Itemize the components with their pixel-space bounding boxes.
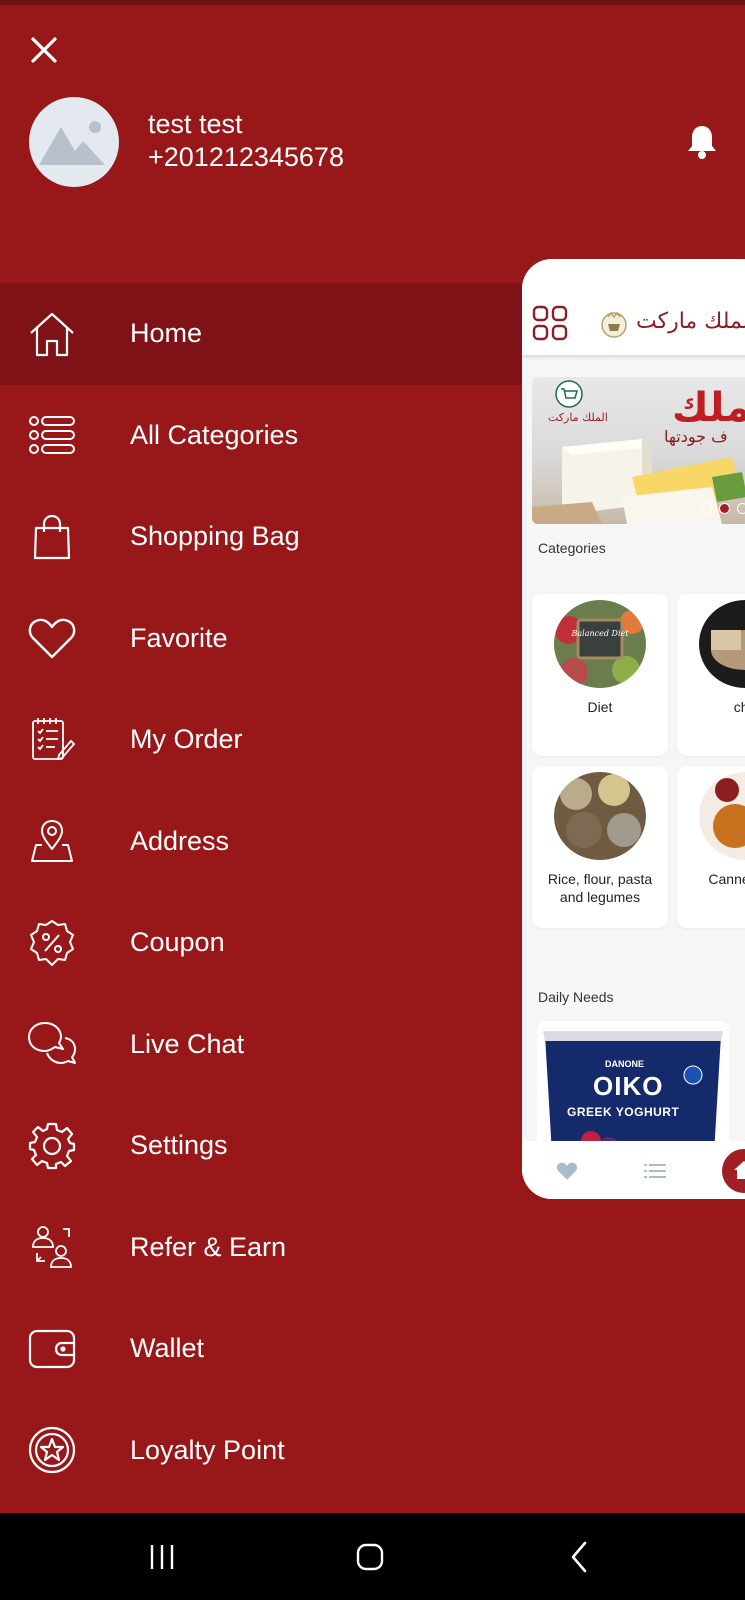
diet-sign-text: Balanced Diet	[571, 629, 630, 638]
category-card-diet[interactable]: Balanced Diet Diet	[532, 594, 668, 756]
home-icon	[26, 308, 78, 360]
category-image: Balanced Diet	[554, 600, 646, 688]
promo-banner[interactable]: الملك ماركت الملك ف جودتها	[532, 377, 745, 524]
avatar[interactable]	[29, 97, 119, 187]
back-button[interactable]	[555, 1533, 603, 1581]
category-image	[699, 600, 745, 688]
category-label: Rice, flour, pasta and legumes	[547, 871, 653, 905]
system-nav-bar	[0, 1513, 745, 1600]
recent-apps-icon	[150, 1545, 174, 1569]
menu-item-label: Live Chat	[130, 1028, 245, 1059]
wallet-icon	[26, 1323, 78, 1375]
product-brand: DANONE	[605, 1059, 645, 1069]
list-icon[interactable]	[644, 1163, 666, 1179]
menu-item-wallet[interactable]: Wallet	[0, 1298, 745, 1400]
gear-icon	[26, 1120, 78, 1172]
grid-icon	[532, 305, 568, 341]
home-icon	[734, 1161, 745, 1179]
shopping-bag-icon	[26, 511, 78, 563]
chat-icon	[26, 1018, 78, 1070]
coupon-icon	[26, 917, 78, 969]
home-square-icon	[356, 1543, 384, 1571]
menu-item-label: Shopping Bag	[130, 521, 300, 552]
menu-item-label: All Categories	[130, 419, 299, 450]
category-image	[699, 772, 745, 860]
categories-title: Categories	[538, 540, 606, 556]
product-subtitle: GREEK YOGHURT	[567, 1105, 680, 1119]
banner-logo-text: الملك ماركت	[548, 411, 608, 424]
home-fab[interactable]	[722, 1149, 745, 1193]
heart-icon	[26, 612, 78, 664]
preview-bottom-nav	[522, 1141, 745, 1199]
menu-item-label: Refer & Earn	[130, 1231, 287, 1262]
category-card-canned[interactable]: Canned hor	[677, 766, 745, 928]
app-preview-card[interactable]: الملك ماركت الملك ماركت الملك ف جودتها C…	[522, 259, 745, 1199]
bell-icon	[688, 126, 716, 159]
menu-item-label: Address	[130, 825, 230, 856]
menu-item-refer-earn[interactable]: Refer & Earn	[0, 1197, 745, 1299]
category-image	[554, 772, 646, 860]
banner-headline: الملك	[672, 385, 745, 431]
list-icon	[26, 409, 78, 461]
menu-item-label: Loyalty Point	[130, 1434, 285, 1465]
brand-name: الملك ماركت	[636, 309, 745, 334]
map-pin-icon	[26, 815, 78, 867]
carousel-dot[interactable]	[737, 503, 745, 514]
notifications-button[interactable]	[680, 120, 724, 164]
category-label: che	[733, 699, 745, 715]
category-card-cheese[interactable]: che	[677, 594, 745, 756]
category-card-rice[interactable]: Rice, flour, pasta and legumes	[532, 766, 668, 928]
product-name: OIKO	[593, 1071, 664, 1101]
heart-icon[interactable]	[556, 1161, 578, 1181]
brand-logo-icon	[601, 311, 627, 338]
menu-item-label: Home	[130, 318, 203, 349]
category-label: Canned hor	[708, 871, 745, 887]
daily-needs-title: Daily Needs	[538, 989, 614, 1005]
menu-item-label: Settings	[130, 1130, 228, 1161]
carousel-dot-active[interactable]	[719, 503, 730, 514]
status-bar	[0, 0, 745, 5]
carousel-dot[interactable]	[701, 503, 712, 514]
back-chevron-icon	[571, 1541, 587, 1573]
menu-item-loyalty-point[interactable]: Loyalty Point	[0, 1400, 745, 1502]
home-nav-button[interactable]	[346, 1533, 394, 1581]
preview-header: الملك ماركت	[522, 259, 745, 355]
close-drawer-button[interactable]	[24, 30, 64, 70]
star-badge-icon	[26, 1424, 78, 1476]
order-list-icon	[26, 714, 78, 766]
close-icon	[31, 37, 57, 63]
user-phone: +201212345678	[148, 142, 344, 172]
category-label: Diet	[587, 699, 613, 715]
cart-logo-icon	[555, 380, 583, 408]
image-placeholder-icon	[39, 121, 105, 165]
refer-users-icon	[26, 1221, 78, 1273]
menu-item-label: Wallet	[130, 1333, 205, 1364]
user-name: test test	[148, 109, 243, 139]
menu-item-label: Coupon	[130, 927, 225, 958]
recent-apps-button[interactable]	[138, 1533, 186, 1581]
banner-tagline: ف جودتها	[664, 427, 728, 446]
menu-item-label: Favorite	[130, 622, 228, 653]
menu-item-label: My Order	[130, 724, 243, 755]
